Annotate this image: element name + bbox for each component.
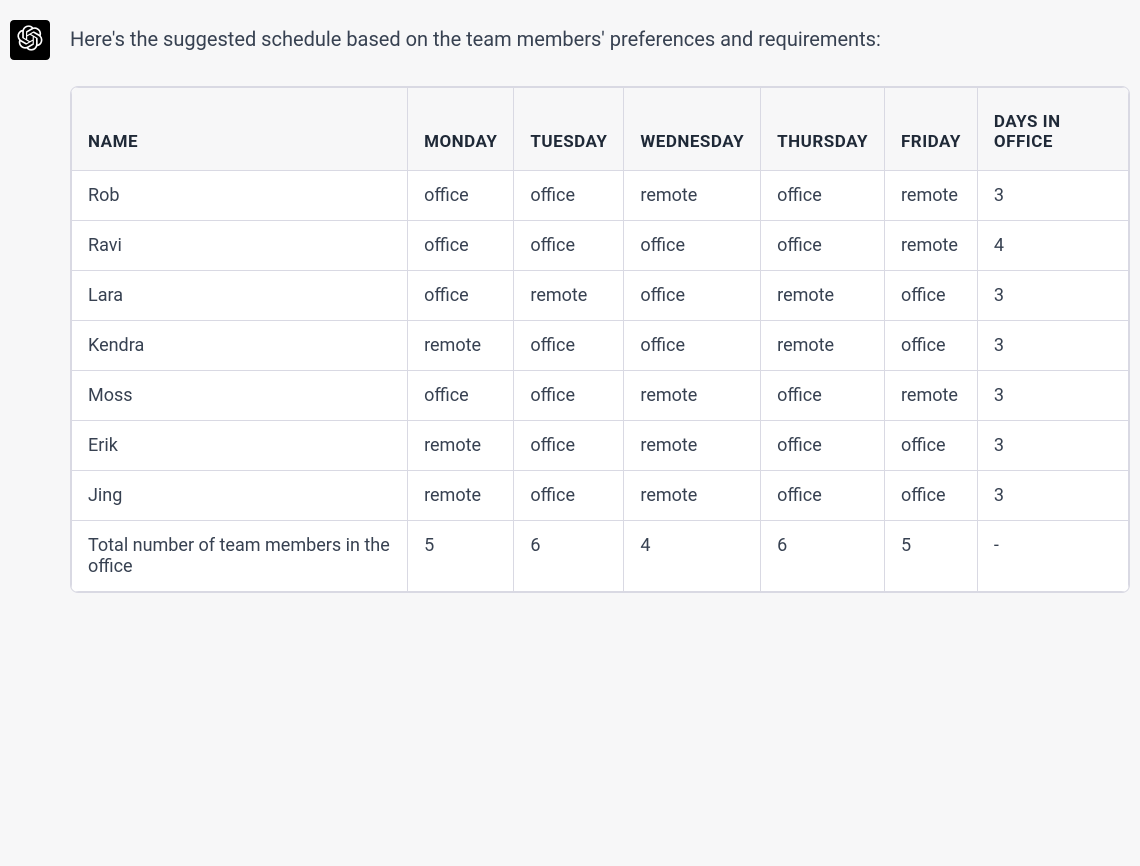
col-wednesday: WEDNESDAY bbox=[624, 88, 761, 171]
cell-thursday: office bbox=[761, 421, 885, 471]
cell-name: Lara bbox=[72, 271, 408, 321]
cell-days: 3 bbox=[977, 271, 1128, 321]
cell-tuesday: remote bbox=[514, 271, 624, 321]
cell-thursday: office bbox=[761, 371, 885, 421]
cell-friday: remote bbox=[884, 371, 977, 421]
schedule-table-wrapper: NAME MONDAY TUESDAY WEDNESDAY THURSDAY F… bbox=[70, 86, 1130, 593]
cell-name: Kendra bbox=[72, 321, 408, 371]
cell-friday: office bbox=[884, 321, 977, 371]
cell-wednesday: 4 bbox=[624, 521, 761, 592]
col-tuesday: TUESDAY bbox=[514, 88, 624, 171]
cell-wednesday: remote bbox=[624, 471, 761, 521]
cell-monday: 5 bbox=[408, 521, 514, 592]
cell-thursday: office bbox=[761, 171, 885, 221]
cell-wednesday: office bbox=[624, 221, 761, 271]
cell-thursday: remote bbox=[761, 271, 885, 321]
cell-wednesday: remote bbox=[624, 171, 761, 221]
cell-tuesday: office bbox=[514, 171, 624, 221]
cell-wednesday: remote bbox=[624, 371, 761, 421]
cell-tuesday: 6 bbox=[514, 521, 624, 592]
cell-thursday: office bbox=[761, 221, 885, 271]
table-row: Ravi office office office office remote … bbox=[72, 221, 1129, 271]
cell-days: 3 bbox=[977, 171, 1128, 221]
cell-monday: office bbox=[408, 171, 514, 221]
cell-name: Moss bbox=[72, 371, 408, 421]
cell-name: Total number of team members in the offi… bbox=[72, 521, 408, 592]
cell-days: 3 bbox=[977, 421, 1128, 471]
cell-name: Erik bbox=[72, 421, 408, 471]
cell-friday: remote bbox=[884, 171, 977, 221]
cell-monday: office bbox=[408, 271, 514, 321]
cell-friday: remote bbox=[884, 221, 977, 271]
cell-days: - bbox=[977, 521, 1128, 592]
col-days-in-office: DAYS IN OFFICE bbox=[977, 88, 1128, 171]
cell-wednesday: office bbox=[624, 271, 761, 321]
cell-tuesday: office bbox=[514, 221, 624, 271]
cell-tuesday: office bbox=[514, 421, 624, 471]
cell-thursday: remote bbox=[761, 321, 885, 371]
table-row: Moss office office remote office remote … bbox=[72, 371, 1129, 421]
cell-thursday: 6 bbox=[761, 521, 885, 592]
assistant-message: Here's the suggested schedule based on t… bbox=[10, 20, 1130, 593]
cell-tuesday: office bbox=[514, 321, 624, 371]
cell-thursday: office bbox=[761, 471, 885, 521]
col-thursday: THURSDAY bbox=[761, 88, 885, 171]
cell-friday: 5 bbox=[884, 521, 977, 592]
cell-name: Jing bbox=[72, 471, 408, 521]
table-body: Rob office office remote office remote 3… bbox=[72, 171, 1129, 592]
cell-monday: remote bbox=[408, 421, 514, 471]
table-row-total: Total number of team members in the offi… bbox=[72, 521, 1129, 592]
cell-name: Rob bbox=[72, 171, 408, 221]
col-name: NAME bbox=[72, 88, 408, 171]
cell-days: 3 bbox=[977, 471, 1128, 521]
message-content: Here's the suggested schedule based on t… bbox=[70, 20, 1130, 593]
table-header-row: NAME MONDAY TUESDAY WEDNESDAY THURSDAY F… bbox=[72, 88, 1129, 171]
table-row: Lara office remote office remote office … bbox=[72, 271, 1129, 321]
table-row: Rob office office remote office remote 3 bbox=[72, 171, 1129, 221]
cell-tuesday: office bbox=[514, 371, 624, 421]
cell-days: 3 bbox=[977, 371, 1128, 421]
cell-friday: office bbox=[884, 271, 977, 321]
cell-days: 4 bbox=[977, 221, 1128, 271]
cell-wednesday: remote bbox=[624, 421, 761, 471]
cell-monday: office bbox=[408, 221, 514, 271]
cell-days: 3 bbox=[977, 321, 1128, 371]
cell-friday: office bbox=[884, 471, 977, 521]
col-friday: FRIDAY bbox=[884, 88, 977, 171]
cell-wednesday: office bbox=[624, 321, 761, 371]
table-row: Jing remote office remote office office … bbox=[72, 471, 1129, 521]
cell-monday: remote bbox=[408, 471, 514, 521]
openai-logo-icon bbox=[17, 25, 43, 55]
cell-monday: remote bbox=[408, 321, 514, 371]
cell-name: Ravi bbox=[72, 221, 408, 271]
cell-monday: office bbox=[408, 371, 514, 421]
table-row: Kendra remote office office remote offic… bbox=[72, 321, 1129, 371]
table-row: Erik remote office remote office office … bbox=[72, 421, 1129, 471]
col-monday: MONDAY bbox=[408, 88, 514, 171]
cell-tuesday: office bbox=[514, 471, 624, 521]
assistant-avatar bbox=[10, 20, 50, 60]
cell-friday: office bbox=[884, 421, 977, 471]
intro-text: Here's the suggested schedule based on t… bbox=[70, 24, 1130, 54]
table-header: NAME MONDAY TUESDAY WEDNESDAY THURSDAY F… bbox=[72, 88, 1129, 171]
schedule-table: NAME MONDAY TUESDAY WEDNESDAY THURSDAY F… bbox=[71, 87, 1129, 592]
